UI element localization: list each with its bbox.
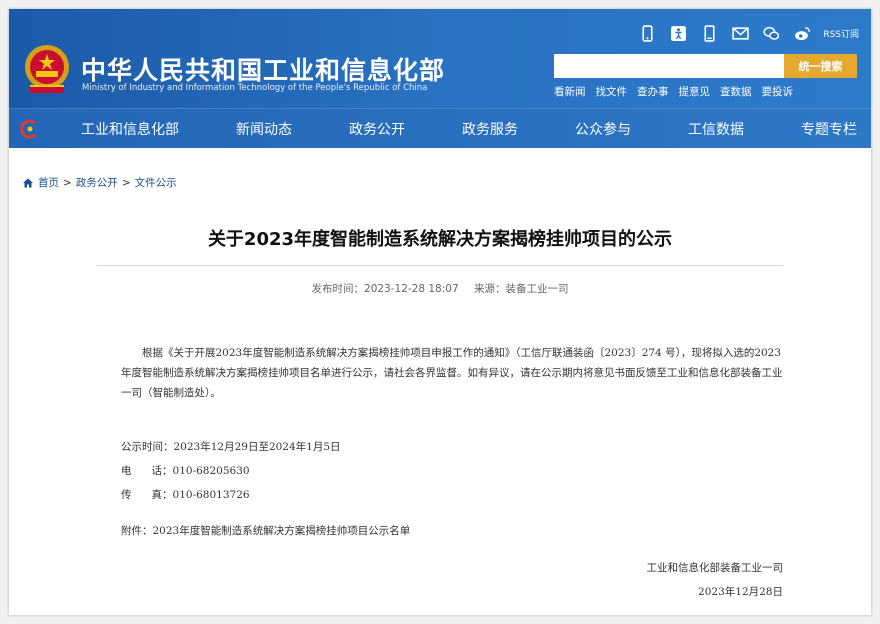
breadcrumb-home[interactable]: 首页: [38, 175, 59, 190]
article-title: 关于2023年度智能制造系统解决方案揭榜挂帅项目的公示: [207, 229, 673, 250]
attachment-link[interactable]: 附件：2023年度智能制造系统解决方案揭榜挂帅项目公示名单: [121, 523, 410, 538]
quick-link-complaints[interactable]: 要投诉: [762, 84, 794, 99]
site-title[interactable]: 中华人民共和国工业和信息化部: [81, 51, 445, 87]
breadcrumb-file-notices[interactable]: 文件公示: [135, 175, 177, 190]
nav-item-public-participation[interactable]: 公众参与: [575, 119, 631, 139]
nav-item-special-topics[interactable]: 专题专栏: [801, 119, 857, 139]
contact-phone: 电 话：010-68205630: [121, 465, 250, 477]
quick-links: 看新闻 找文件 查办事 提意见 查数据 要投诉: [554, 84, 793, 99]
quick-link-data[interactable]: 查数据: [720, 84, 752, 99]
publish-time: 发布时间：2023-12-28 18:07: [311, 283, 459, 295]
quick-link-news[interactable]: 看新闻: [554, 84, 586, 99]
site-subtitle: Ministry of Industry and Information Tec…: [82, 83, 428, 93]
mail-icon[interactable]: [730, 23, 751, 44]
contact-fax: 传 真：010-68013726: [121, 489, 250, 501]
quick-link-documents[interactable]: 找文件: [596, 84, 628, 99]
signature-date: 2023年12月28日: [698, 586, 783, 598]
nav-item-services[interactable]: 政务服务: [462, 119, 518, 139]
quick-link-feedback[interactable]: 提意见: [679, 84, 711, 99]
signature-organization: 工业和信息化部装备工业一司: [646, 562, 784, 574]
wechat-icon[interactable]: [761, 23, 782, 44]
national-emblem-icon[interactable]: [22, 41, 72, 97]
article-meta: 发布时间：2023-12-28 18:07 来源：装备工业一司: [9, 281, 871, 296]
breadcrumb-government-affairs[interactable]: 政务公开: [76, 175, 118, 190]
accessibility-icon[interactable]: [668, 23, 689, 44]
nav-item-data[interactable]: 工信数据: [688, 119, 744, 139]
notice-period: 公示时间：2023年12月29日至2024年1月5日: [121, 441, 341, 453]
breadcrumb-separator: >: [63, 176, 72, 189]
page-frame: 中华人民共和国工业和信息化部 Ministry of Industry and …: [9, 9, 871, 615]
nav-item-news[interactable]: 新闻动态: [236, 119, 292, 139]
quick-link-services[interactable]: 查办事: [637, 84, 669, 99]
main-nav: 工业和信息化部 新闻动态 政务公开 政务服务 公众参与 工信数据 专题专栏: [9, 108, 871, 148]
search-input[interactable]: [554, 54, 784, 78]
search-button[interactable]: 统一搜索: [784, 54, 857, 78]
title-divider: [97, 265, 783, 266]
home-icon[interactable]: [22, 177, 34, 189]
rss-label: RSS订阅: [823, 30, 859, 40]
mobile-icon[interactable]: [637, 23, 658, 44]
nav-logo-icon[interactable]: [9, 119, 51, 139]
article-body: 根据《关于开展2023年度智能制造系统解决方案揭榜挂帅项目申报工作的通知》（工信…: [121, 347, 783, 399]
breadcrumb-separator: >: [121, 176, 131, 189]
nav-item-ministry[interactable]: 工业和信息化部: [81, 119, 179, 139]
rss-icon[interactable]: RSS订阅: [823, 23, 859, 44]
weibo-icon[interactable]: [792, 23, 813, 44]
article-source: 来源：装备工业一司: [473, 283, 569, 295]
breadcrumb: 首页 > 政务公开 > 文件公示: [22, 175, 177, 190]
site-header: 中华人民共和国工业和信息化部 Ministry of Industry and …: [9, 9, 871, 108]
nav-item-government-affairs[interactable]: 政务公开: [349, 119, 405, 139]
phone-icon[interactable]: [699, 23, 720, 44]
top-icon-bar: RSS订阅: [637, 23, 859, 44]
